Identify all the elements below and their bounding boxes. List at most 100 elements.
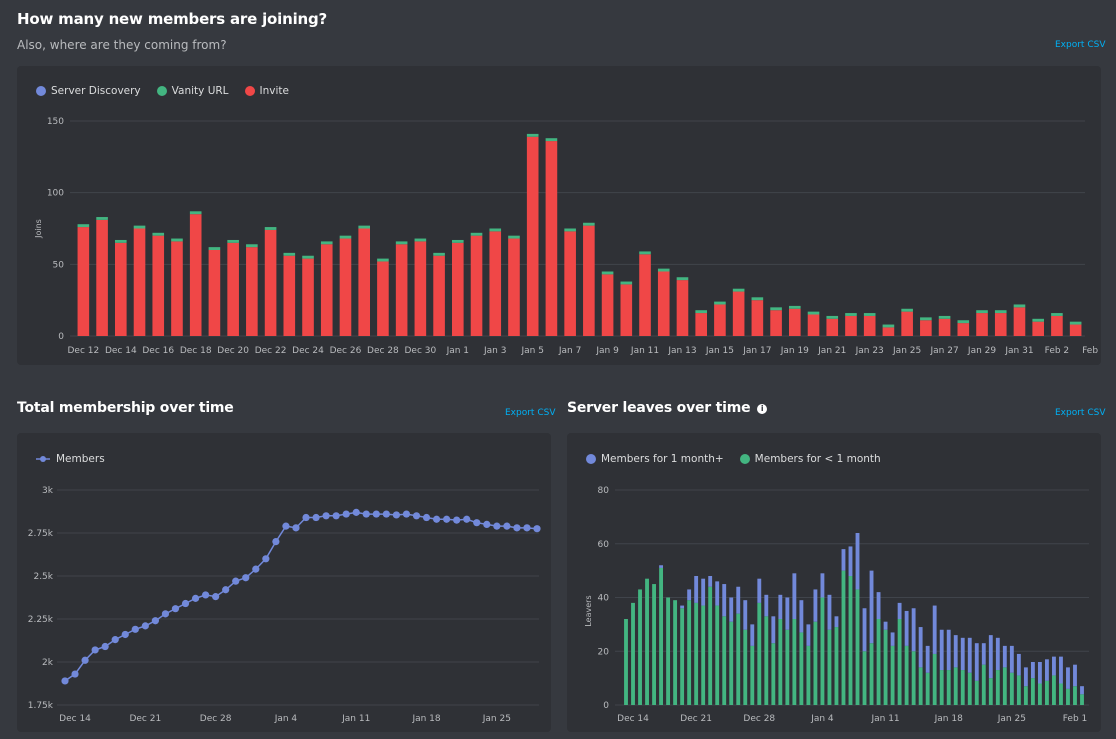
- under-month-bar: [729, 621, 734, 705]
- membership-export-csv-link[interactable]: Export CSV: [505, 408, 555, 418]
- x-tick-label: Dec 14: [59, 714, 91, 724]
- month-plus-bar: [820, 573, 825, 598]
- under-month-bar: [771, 643, 776, 705]
- invite-bar: [133, 228, 146, 336]
- vanity-bar: [601, 271, 614, 275]
- month-plus-bar: [799, 600, 804, 633]
- vanity-bar: [189, 211, 202, 215]
- month-plus-bar: [988, 635, 993, 679]
- vanity-bar: [452, 239, 464, 243]
- members-point: [262, 555, 270, 563]
- x-tick-label: Dec 28: [200, 714, 232, 724]
- invite-bar: [976, 313, 988, 336]
- vanity-bar: [863, 313, 876, 316]
- leaves-export-csv-link[interactable]: Export CSV: [1055, 408, 1105, 418]
- x-tick-label: Jan 1: [446, 346, 469, 356]
- y-tick-label: 60: [598, 540, 610, 550]
- invite-bar: [152, 235, 165, 336]
- vanity-bar: [676, 277, 689, 281]
- y-tick-label: 80: [598, 486, 610, 496]
- month-plus-bar: [1073, 664, 1077, 687]
- members-point: [473, 519, 481, 527]
- joins-export-csv-link[interactable]: Export CSV: [1055, 40, 1105, 50]
- month-plus-bar: [659, 565, 664, 568]
- x-tick-label: Dec 20: [217, 346, 249, 356]
- under-month-bar: [764, 616, 769, 705]
- members-point: [91, 646, 99, 654]
- vanity-bar: [620, 281, 633, 285]
- month-plus-bar: [1052, 656, 1056, 676]
- x-tick-label: Jan 25: [482, 714, 511, 724]
- under-month-bar: [743, 629, 748, 705]
- month-plus-bar: [855, 533, 860, 590]
- x-tick-label: Dec 26: [330, 346, 362, 356]
- under-month-bar: [932, 653, 937, 705]
- x-tick-label: Jan 31: [1004, 346, 1033, 356]
- under-month-bar: [1066, 688, 1070, 705]
- month-plus-bar: [911, 608, 916, 652]
- x-tick-label: Feb 2: [1045, 346, 1070, 356]
- members-point: [392, 511, 401, 519]
- info-icon[interactable]: i: [757, 404, 768, 414]
- vanity-bar: [227, 239, 239, 243]
- members-point: [232, 577, 240, 585]
- vanity-bar: [732, 288, 745, 292]
- vanity-bar: [657, 268, 670, 272]
- x-tick-label: Jan 3: [483, 346, 506, 356]
- invite-bar: [1032, 321, 1044, 336]
- membership-title: Total membership over time: [17, 400, 234, 416]
- month-plus-bar: [806, 624, 811, 646]
- invite-bar: [302, 258, 314, 336]
- under-month-bar: [967, 672, 972, 705]
- members-point: [61, 677, 69, 685]
- under-month-bar: [673, 600, 678, 705]
- members-point: [483, 520, 491, 528]
- vanity-bar: [208, 247, 221, 250]
- under-month-bar: [792, 619, 797, 705]
- under-month-bar: [701, 605, 706, 705]
- vanity-bar: [96, 217, 108, 220]
- month-plus-bar: [960, 637, 965, 671]
- under-month-bar: [827, 629, 832, 705]
- members-point: [252, 565, 260, 573]
- vanity-bar: [976, 310, 988, 314]
- vanity-bar: [115, 239, 127, 243]
- joins-bar-chart: 0 50 100 150 Joins Dec 12 Dec 14 Dec 16 Dec 18 De…: [34, 117, 1101, 356]
- month-plus-bar: [904, 610, 909, 646]
- month-plus-bar: [869, 570, 874, 644]
- y-axis-label: Leavers: [584, 595, 593, 626]
- vanity-bar: [564, 228, 576, 232]
- invite-bar: [414, 241, 427, 336]
- under-month-bar: [680, 608, 685, 705]
- vanity-bar: [489, 228, 502, 232]
- y-axis-label: Joins: [34, 219, 43, 239]
- members-point: [201, 591, 210, 599]
- members-point: [121, 630, 129, 639]
- month-plus-bar: [701, 578, 706, 606]
- x-tick-label: Jan 21: [817, 346, 846, 356]
- invite-bar: [994, 313, 1007, 336]
- vanity-bar: [845, 313, 857, 316]
- x-tick-label: Jan 4: [274, 714, 298, 724]
- under-month-bar: [911, 651, 916, 705]
- members-point: [181, 599, 190, 608]
- members-point: [372, 510, 380, 518]
- under-month-bar: [1052, 675, 1056, 705]
- under-month-bar: [813, 621, 818, 705]
- month-plus-bar: [813, 589, 818, 622]
- invite-bar: [732, 291, 745, 336]
- x-tick-label: Jan 25: [997, 714, 1026, 724]
- under-month-bar: [806, 645, 811, 705]
- under-month-bar: [1023, 686, 1028, 705]
- invite-bar: [564, 231, 576, 336]
- y-tick-label: 20: [598, 647, 610, 657]
- vanity-bar: [770, 307, 782, 311]
- vanity-bar: [545, 138, 558, 142]
- month-plus-bar: [778, 594, 783, 619]
- x-tick-label: Jan 29: [967, 346, 996, 356]
- x-tick-label: Jan 18: [934, 714, 963, 724]
- x-tick-label: Jan 27: [929, 346, 958, 356]
- month-plus-bar: [1066, 667, 1070, 689]
- vanity-bar: [264, 227, 277, 230]
- x-tick-label: Jan 18: [411, 714, 440, 724]
